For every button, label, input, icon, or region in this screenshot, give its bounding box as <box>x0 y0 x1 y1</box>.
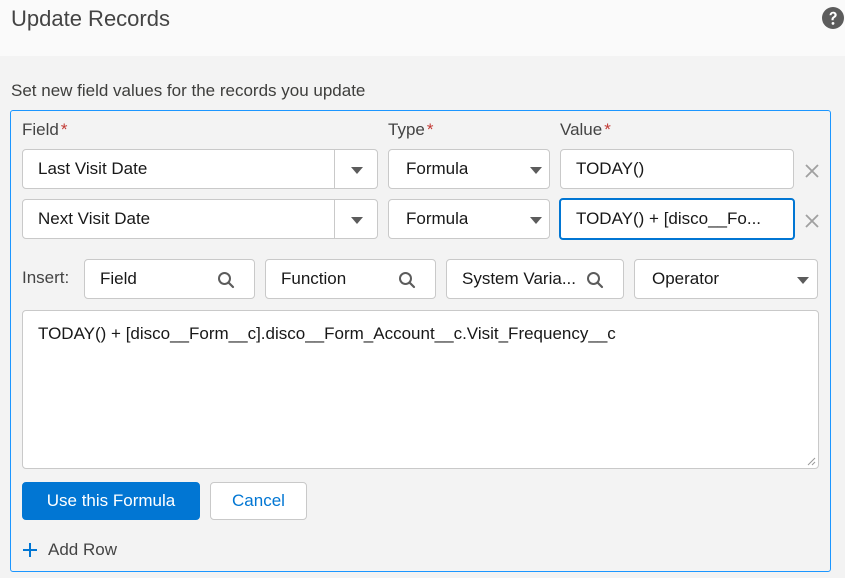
value-input-text: TODAY() + [disco__Fo... <box>576 209 762 228</box>
type-select[interactable]: Formula <box>388 199 550 239</box>
resize-handle-icon[interactable] <box>806 456 816 466</box>
combobox-divider <box>334 200 335 238</box>
add-icon <box>23 543 37 557</box>
insert-system-variable-placeholder: System Varia... <box>462 269 576 288</box>
formula-text: TODAY() + [disco__Form__c].disco__Form_A… <box>38 324 616 343</box>
type-select-value: Formula <box>406 209 469 228</box>
help-icon[interactable] <box>821 6 845 30</box>
value-column-label: Value * <box>560 120 611 139</box>
cancel-button[interactable]: Cancel <box>210 482 307 520</box>
value-input[interactable]: TODAY() <box>560 149 794 189</box>
insert-operator-label: Operator <box>652 269 720 288</box>
use-formula-button[interactable]: Use this Formula <box>22 482 200 520</box>
remove-row-icon[interactable] <box>803 212 821 230</box>
formula-textarea[interactable]: TODAY() + [disco__Form__c].disco__Form_A… <box>22 310 819 469</box>
combobox-divider <box>334 150 335 188</box>
chevron-down-icon[interactable] <box>530 217 542 224</box>
type-select[interactable]: Formula <box>388 149 550 189</box>
chevron-down-icon[interactable] <box>351 167 363 174</box>
field-combobox-value: Last Visit Date <box>38 159 148 178</box>
chevron-down-icon[interactable] <box>351 217 363 224</box>
modal-header: Update Records <box>0 0 845 56</box>
chevron-down-icon[interactable] <box>797 277 809 284</box>
field-combobox[interactable]: Last Visit Date <box>22 149 378 189</box>
type-select-value: Formula <box>406 159 469 178</box>
add-row-label: Add Row <box>48 540 117 559</box>
insert-label: Insert: <box>22 268 70 287</box>
field-column-label: Field * <box>22 120 68 139</box>
add-row-button[interactable]: Add Row <box>22 540 117 560</box>
type-column-label: Type * <box>388 120 434 139</box>
modal-title: Update Records <box>11 6 170 31</box>
field-combobox[interactable]: Next Visit Date <box>22 199 378 239</box>
search-icon <box>587 272 604 289</box>
insert-field-placeholder: Field <box>100 269 137 288</box>
search-icon <box>399 272 416 289</box>
remove-row-icon[interactable] <box>803 162 821 180</box>
insert-function-placeholder: Function <box>281 269 347 288</box>
value-input-text: TODAY() <box>576 159 645 178</box>
field-combobox-value: Next Visit Date <box>38 209 151 228</box>
section-description: Set new field values for the records you… <box>11 81 366 100</box>
insert-system-variable-search[interactable]: System Varia... <box>446 259 624 299</box>
search-icon <box>218 272 235 289</box>
insert-operator-select[interactable]: Operator <box>634 259 818 299</box>
insert-function-search[interactable]: Function <box>265 259 436 299</box>
chevron-down-icon[interactable] <box>530 167 542 174</box>
insert-field-search[interactable]: Field <box>84 259 255 299</box>
value-input[interactable]: TODAY() + [disco__Fo... <box>559 198 795 240</box>
